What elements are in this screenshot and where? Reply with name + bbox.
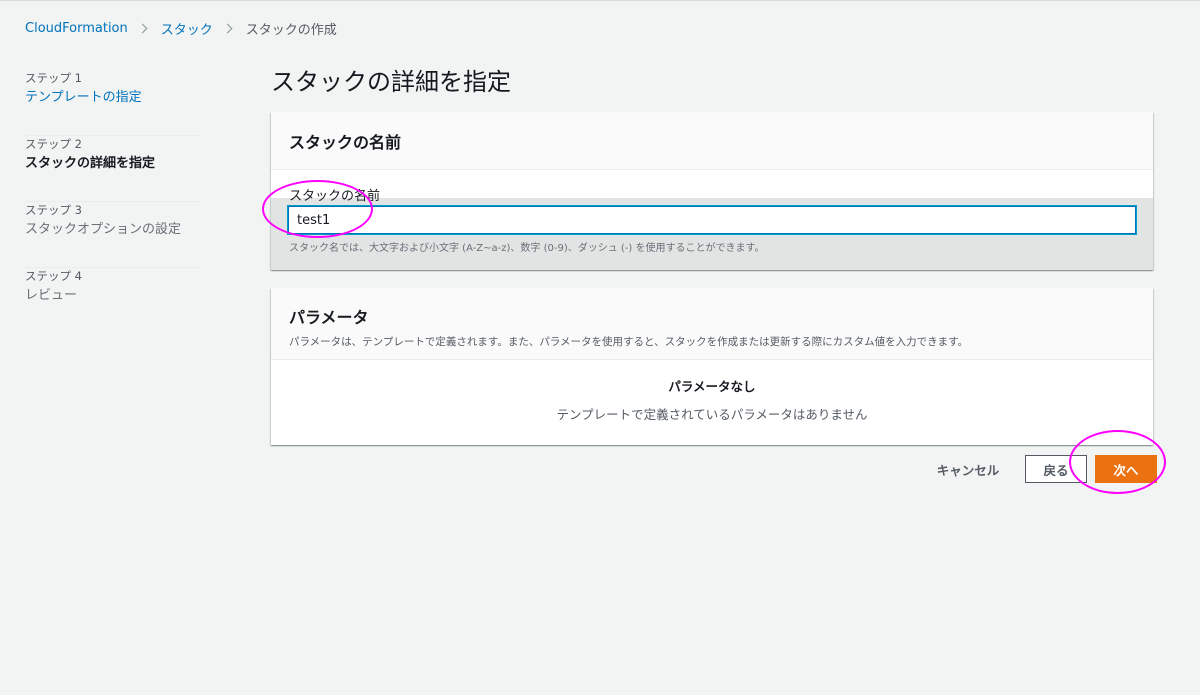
step-label-review: レビュー: [25, 288, 78, 303]
stack-name-panel: スタックの名前 スタックの名前 スタック名では、大文字および小文字 (A-Z~a…: [271, 112, 1153, 270]
panel-description: パラメータは、テンプレートで定義されます。また、パラメータを使用すると、スタック…: [289, 336, 969, 348]
panel-body: スタックの名前 スタック名では、大文字および小文字 (A-Z~a-z)、数字 (…: [271, 170, 1153, 270]
empty-state-title: パラメータなし: [668, 379, 756, 394]
stack-name-input[interactable]: [288, 206, 1136, 234]
panel-header: パラメータ パラメータは、テンプレートで定義されます。また、パラメータを使用する…: [271, 288, 1153, 360]
step-label-stack-details: スタックの詳細を指定: [25, 156, 156, 171]
step-number: ステップ 3: [25, 203, 82, 217]
wizard-step-1: ステップ 1 テンプレートの指定: [25, 70, 200, 136]
chevron-right-icon: [137, 23, 148, 34]
empty-state: パラメータなし テンプレートで定義されているパラメータはありません: [271, 360, 1153, 423]
back-button[interactable]: 戻る: [1025, 455, 1087, 483]
wizard-steps: ステップ 1 テンプレートの指定 ステップ 2 スタックの詳細を指定 ステップ …: [25, 70, 200, 334]
top-divider: [0, 0, 1200, 1]
empty-state-description: テンプレートで定義されているパラメータはありません: [556, 407, 868, 422]
page-title: スタックの詳細を指定: [271, 68, 511, 96]
step-link-specify-template[interactable]: テンプレートの指定: [25, 89, 200, 107]
parameters-panel: パラメータ パラメータは、テンプレートで定義されます。また、パラメータを使用する…: [271, 288, 1153, 445]
breadcrumb-cloudformation[interactable]: CloudFormation: [25, 21, 128, 36]
next-button[interactable]: 次へ: [1095, 455, 1157, 483]
wizard-step-2: ステップ 2 スタックの詳細を指定: [25, 136, 200, 202]
cancel-button[interactable]: キャンセル: [926, 455, 1010, 483]
breadcrumb-current: スタックの作成: [245, 23, 337, 38]
breadcrumb-stacks[interactable]: スタック: [161, 19, 213, 38]
breadcrumb: CloudFormation スタック スタックの作成: [25, 19, 337, 38]
step-number: ステップ 4: [25, 269, 82, 283]
stack-name-hint: スタック名では、大文字および小文字 (A-Z~a-z)、数字 (0-9)、ダッシ…: [289, 243, 765, 254]
step-number: ステップ 2: [25, 137, 82, 151]
panel-title: スタックの名前: [289, 132, 402, 152]
step-number: ステップ 1: [25, 71, 82, 85]
chevron-right-icon: [222, 23, 233, 34]
wizard-step-3: ステップ 3 スタックオプションの設定: [25, 202, 200, 268]
stack-name-label: スタックの名前: [289, 189, 381, 204]
panel-title: パラメータ: [289, 308, 369, 327]
wizard-step-4: ステップ 4 レビュー: [25, 268, 200, 334]
step-label-stack-options: スタックオプションの設定: [25, 222, 182, 237]
panel-header: スタックの名前: [271, 112, 1153, 170]
